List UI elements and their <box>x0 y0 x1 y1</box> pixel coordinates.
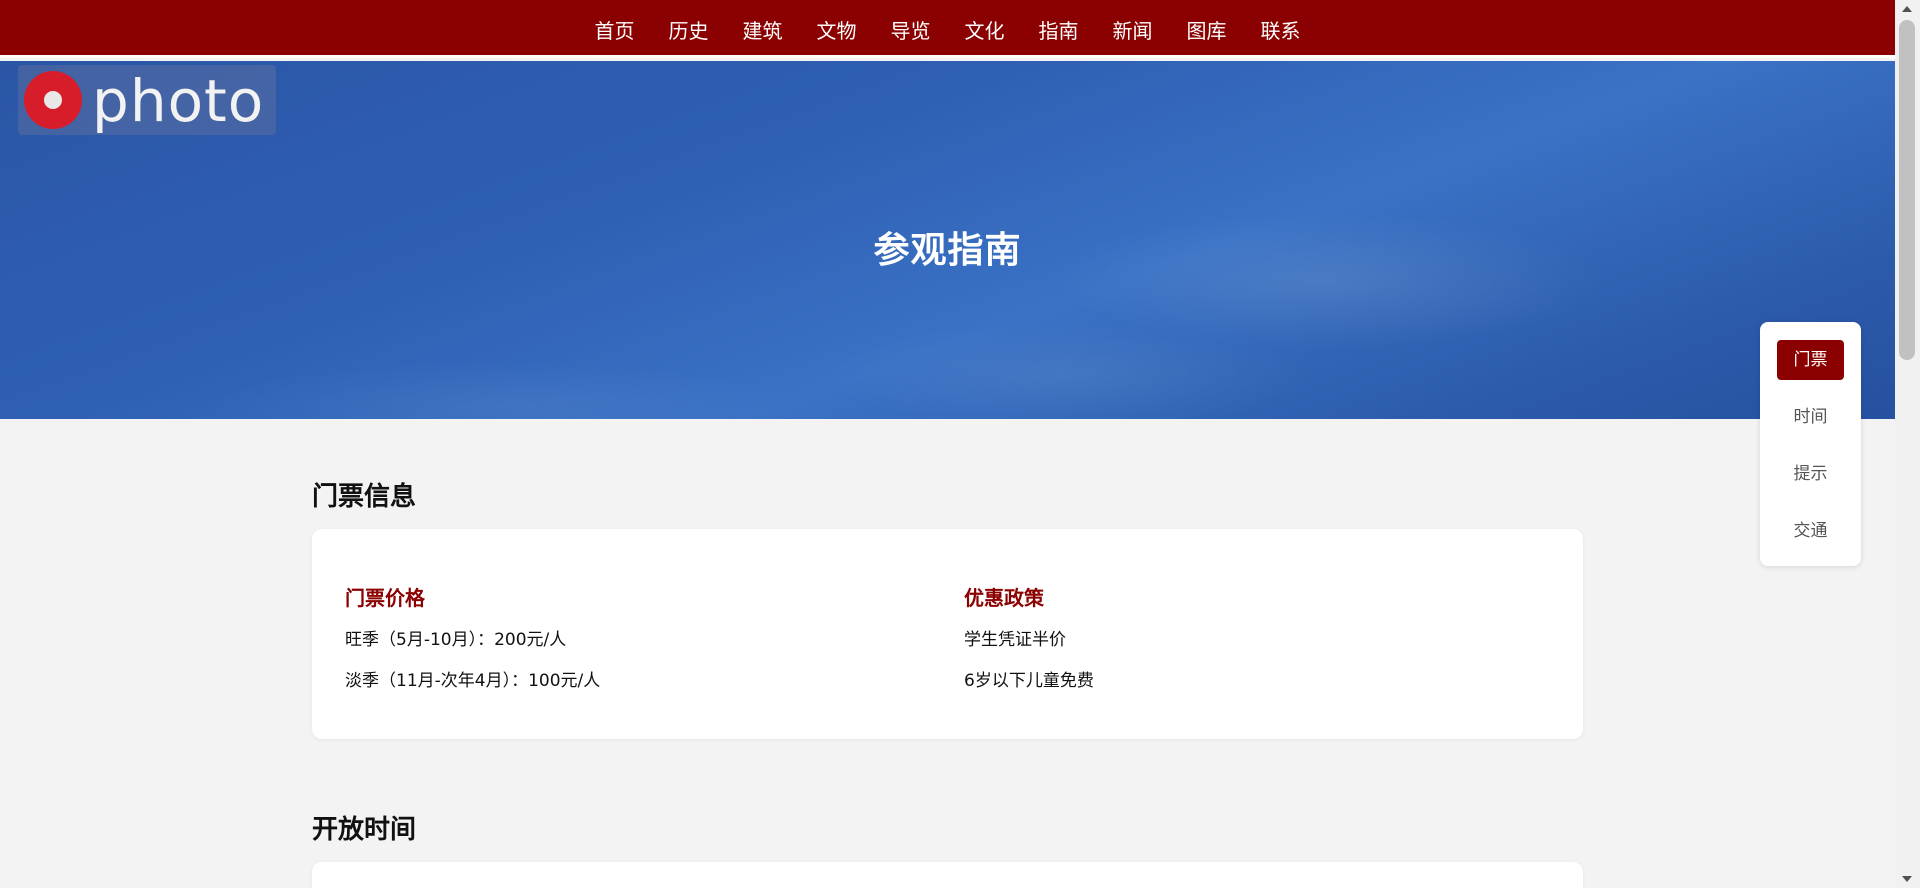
top-navigation: 首页 历史 建筑 文物 导览 文化 指南 新闻 图库 联系 <box>0 0 1895 58</box>
hours-section-title: 开放时间 <box>312 815 417 845</box>
scroll-up-arrow-icon[interactable] <box>1902 6 1912 12</box>
scrollbar-thumb[interactable] <box>1899 20 1915 360</box>
nav-item-culture[interactable]: 文化 <box>965 15 1005 44</box>
nav-item-guide[interactable]: 指南 <box>1039 15 1079 44</box>
nav-item-tour[interactable]: 导览 <box>891 15 931 44</box>
ticket-price-heading: 门票价格 <box>345 586 425 610</box>
discount-policy-line: 6岁以下儿童免费 <box>964 671 1094 691</box>
photo-watermark-logo: photo <box>18 65 276 135</box>
nav-item-gallery[interactable]: 图库 <box>1187 15 1227 44</box>
nav-item-architecture[interactable]: 建筑 <box>743 15 783 44</box>
sidenav-item-transport[interactable]: 交通 <box>1777 511 1844 551</box>
nav-item-contact[interactable]: 联系 <box>1261 15 1301 44</box>
page-title: 参观指南 <box>873 230 1022 271</box>
watermark-circle-icon <box>24 71 82 129</box>
discount-policy-line: 学生凭证半价 <box>964 630 1066 650</box>
hero-cloud <box>200 361 800 419</box>
tickets-card: 门票价格 旺季（5月-10月）：200元/人 淡季（11月-次年4月）：100元… <box>312 529 1583 739</box>
ticket-price-line: 旺季（5月-10月）：200元/人 <box>345 630 567 650</box>
scroll-down-arrow-icon[interactable] <box>1902 876 1912 882</box>
watermark-text: photo <box>92 67 265 135</box>
sidenav-item-tips[interactable]: 提示 <box>1777 454 1844 494</box>
side-quick-nav: 门票 时间 提示 交通 <box>1760 322 1861 566</box>
sidenav-item-tickets[interactable]: 门票 <box>1777 340 1844 380</box>
discount-policy-heading: 优惠政策 <box>964 586 1044 610</box>
nav-item-news[interactable]: 新闻 <box>1113 15 1153 44</box>
ticket-price-column: 门票价格 旺季（5月-10月）：200元/人 淡季（11月-次年4月）：100元… <box>345 582 600 707</box>
ticket-price-line: 淡季（11月-次年4月）：100元/人 <box>345 671 601 691</box>
nav-item-relics[interactable]: 文物 <box>817 15 857 44</box>
tickets-section-title: 门票信息 <box>312 482 417 512</box>
nav-menu: 首页 历史 建筑 文物 导览 文化 指南 新闻 图库 联系 <box>0 0 1895 58</box>
hours-card <box>312 862 1583 888</box>
nav-item-history[interactable]: 历史 <box>669 15 709 44</box>
sidenav-item-hours[interactable]: 时间 <box>1777 397 1844 437</box>
nav-item-home[interactable]: 首页 <box>595 15 635 44</box>
hero-banner: 参观指南 <box>0 61 1895 419</box>
discount-policy-column: 优惠政策 学生凭证半价 6岁以下儿童免费 <box>964 582 1094 707</box>
page-scrollbar[interactable] <box>1895 0 1920 888</box>
